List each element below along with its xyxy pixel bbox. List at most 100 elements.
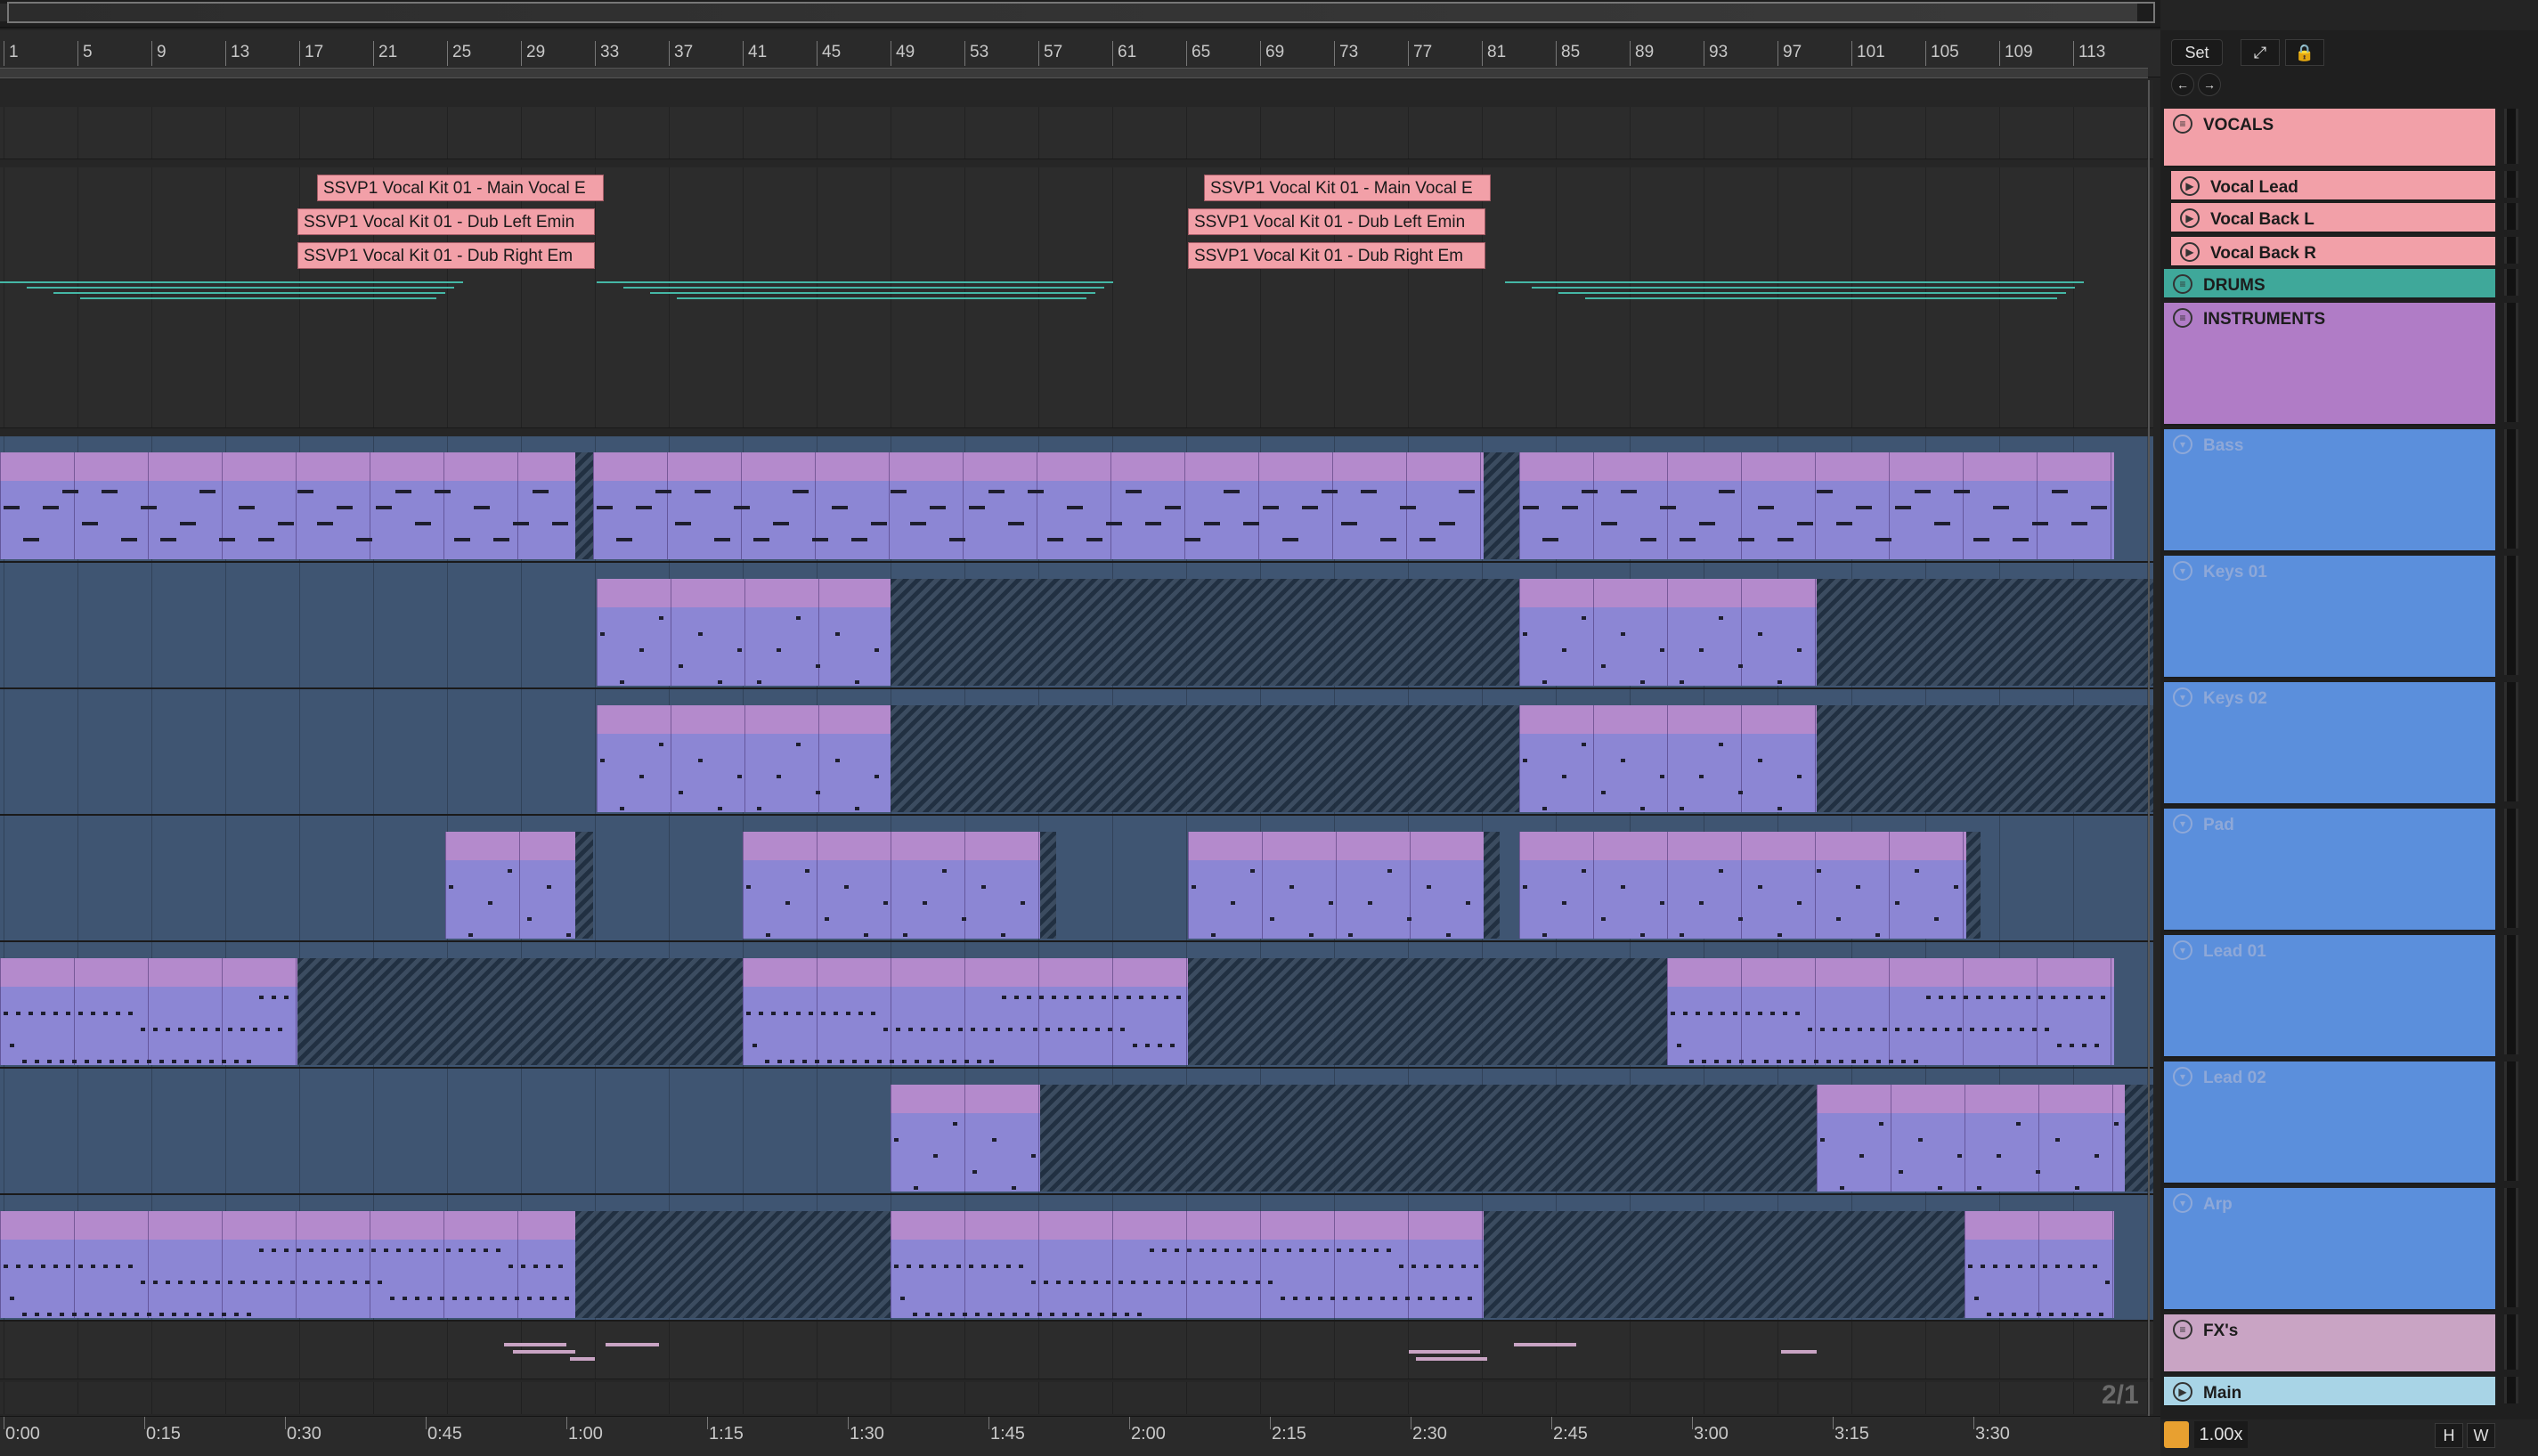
clip-title-bar[interactable]	[1667, 958, 2114, 988]
midi-clip[interactable]	[743, 832, 1040, 939]
clip-title-bar[interactable]	[891, 1085, 1040, 1114]
clip-title-bar[interactable]	[1965, 1211, 2114, 1240]
fold-arrow-icon[interactable]: ▾	[2173, 435, 2192, 454]
arrow-left-icon[interactable]: ←	[2171, 73, 2194, 96]
w-button[interactable]: W	[2467, 1423, 2495, 1448]
clip-title-bar[interactable]	[743, 832, 1040, 861]
overview-window[interactable]	[7, 2, 2155, 23]
expand-arrows-icon[interactable]: ⤢	[2241, 39, 2280, 66]
clip-title-bar[interactable]	[445, 832, 575, 861]
deactivated-clip-region[interactable]	[1040, 832, 1056, 939]
clip-title-bar[interactable]	[593, 452, 1484, 482]
clip-title-bar[interactable]	[1519, 832, 1966, 861]
midi-clip[interactable]	[597, 705, 891, 812]
deactivated-clip-region[interactable]	[297, 958, 743, 1065]
midi-clip[interactable]	[1817, 1085, 2125, 1192]
track-header-keys-02[interactable]: ▾ Keys 02	[2164, 682, 2495, 805]
play-icon[interactable]: ▶	[2180, 208, 2200, 228]
track-header-bass[interactable]: ▾ Bass	[2164, 429, 2495, 552]
midi-clip[interactable]	[593, 452, 1484, 559]
instruments-group-lane[interactable]	[0, 303, 2153, 428]
deactivated-clip-region[interactable]	[891, 705, 1519, 812]
midi-clip[interactable]	[1519, 579, 1817, 686]
track-header-keys-01[interactable]: ▾ Keys 01	[2164, 556, 2495, 679]
h-button[interactable]: H	[2435, 1423, 2463, 1448]
deactivated-clip-region[interactable]	[575, 832, 593, 939]
vocals-group-lane[interactable]	[0, 107, 2153, 159]
track-header-lead-01[interactable]: ▾ Lead 01	[2164, 935, 2495, 1058]
vocal-clip[interactable]: SSVP1 Vocal Kit 01 - Dub Left Emin	[297, 208, 595, 235]
arrangement-view[interactable]: SSVP1 Vocal Kit 01 - Main Vocal E SSVP1 V…	[0, 80, 2153, 1416]
vocal-clip[interactable]: SSVP1 Vocal Kit 01 - Dub Right Em	[1188, 242, 1485, 269]
clip-title-bar[interactable]	[1519, 452, 2114, 482]
track-header-vocal-back-r[interactable]: ▶ Vocal Back R	[2171, 237, 2495, 267]
time-ruler[interactable]: 0:00 0:15 0:30 0:45 1:00 1:15 1:30 1:45 2:00 2:15…	[0, 1416, 2160, 1456]
beat-time-ruler[interactable]: 1 5 9 13 17 21 25 29 33 37 41 45 49 53 57 61 65 69 73 77 81 8…	[0, 30, 2160, 78]
clip-title-bar[interactable]	[597, 705, 891, 735]
clip-title-bar[interactable]	[1817, 1085, 2125, 1114]
midi-clip[interactable]	[1519, 832, 1966, 939]
deactivated-clip-region[interactable]	[1484, 832, 1500, 939]
deactivated-clip-region[interactable]	[1484, 1211, 1965, 1318]
group-fold-icon[interactable]: ≡	[2173, 308, 2192, 328]
main-lane[interactable]	[0, 1382, 2153, 1414]
vocal-clip[interactable]: SSVP1 Vocal Kit 01 - Dub Right Em	[297, 242, 595, 269]
zoom-value[interactable]: 1.00x	[2194, 1421, 2248, 1448]
fold-arrow-icon[interactable]: ▾	[2173, 1193, 2192, 1213]
midi-clip[interactable]	[1519, 705, 1817, 812]
group-fold-icon[interactable]: ≡	[2173, 114, 2192, 134]
clip-title-bar[interactable]	[0, 1211, 575, 1240]
midi-clip[interactable]	[0, 1211, 575, 1318]
play-icon[interactable]: ▶	[2180, 176, 2200, 196]
fx-group-lane[interactable]	[0, 1322, 2153, 1379]
metronome-icon[interactable]	[2164, 1421, 2189, 1448]
track-header-vocals[interactable]: ≡ VOCALS	[2164, 109, 2495, 167]
deactivated-clip-region[interactable]	[575, 1211, 891, 1318]
midi-clip[interactable]	[597, 579, 891, 686]
group-fold-icon[interactable]: ≡	[2173, 1320, 2192, 1339]
midi-clip[interactable]	[891, 1211, 1484, 1318]
lock-icon[interactable]: 🔒	[2285, 39, 2324, 66]
fold-arrow-icon[interactable]: ▾	[2173, 814, 2192, 834]
track-header-drums[interactable]: ≡ DRUMS	[2164, 269, 2495, 299]
clip-title-bar[interactable]	[1519, 705, 1817, 735]
deactivated-clip-region[interactable]	[1040, 1085, 1817, 1192]
arrow-right-icon[interactable]: →	[2198, 73, 2221, 96]
group-fold-icon[interactable]: ≡	[2173, 274, 2192, 294]
clip-title-bar[interactable]	[1519, 579, 1817, 608]
deactivated-clip-region[interactable]	[1817, 705, 2153, 812]
midi-clip[interactable]	[0, 958, 297, 1065]
track-header-vocal-back-l[interactable]: ▶ Vocal Back L	[2171, 203, 2495, 233]
clip-title-bar[interactable]	[0, 958, 297, 988]
track-header-pad[interactable]: ▾ Pad	[2164, 809, 2495, 931]
track-header-instruments[interactable]: ≡ INSTRUMENTS	[2164, 303, 2495, 426]
play-icon[interactable]: ▶	[2173, 1382, 2192, 1402]
vocal-clip[interactable]: SSVP1 Vocal Kit 01 - Dub Left Emin	[1188, 208, 1485, 235]
track-header-vocal-lead[interactable]: ▶ Vocal Lead	[2171, 171, 2495, 201]
clip-title-bar[interactable]	[891, 1211, 1484, 1240]
track-header-main[interactable]: ▶ Main	[2164, 1377, 2495, 1407]
fold-arrow-icon[interactable]: ▾	[2173, 687, 2192, 707]
track-header-arp[interactable]: ▾ Arp	[2164, 1188, 2495, 1311]
deactivated-clip-region[interactable]	[891, 579, 1519, 686]
deactivated-clip-region[interactable]	[1188, 958, 1667, 1065]
midi-clip[interactable]	[445, 832, 575, 939]
deactivated-clip-region[interactable]	[1484, 452, 1519, 559]
vocal-clip[interactable]: SSVP1 Vocal Kit 01 - Main Vocal E	[1204, 175, 1491, 201]
midi-clip[interactable]	[743, 958, 1188, 1065]
deactivated-clip-region[interactable]	[575, 452, 593, 559]
deactivated-clip-region[interactable]	[1966, 832, 1981, 939]
vocal-clip[interactable]: SSVP1 Vocal Kit 01 - Main Vocal E	[317, 175, 604, 201]
track-header-lead-02[interactable]: ▾ Lead 02	[2164, 1061, 2495, 1184]
clip-title-bar[interactable]	[597, 579, 891, 608]
loop-brace[interactable]	[0, 68, 2148, 78]
fold-arrow-icon[interactable]: ▾	[2173, 940, 2192, 960]
midi-clip[interactable]	[1519, 452, 2114, 559]
midi-clip[interactable]	[891, 1085, 1040, 1192]
fold-arrow-icon[interactable]: ▾	[2173, 1067, 2192, 1086]
midi-clip[interactable]	[0, 452, 575, 559]
play-icon[interactable]: ▶	[2180, 242, 2200, 262]
fold-arrow-icon[interactable]: ▾	[2173, 561, 2192, 581]
midi-clip[interactable]	[1965, 1211, 2114, 1318]
clip-title-bar[interactable]	[743, 958, 1188, 988]
